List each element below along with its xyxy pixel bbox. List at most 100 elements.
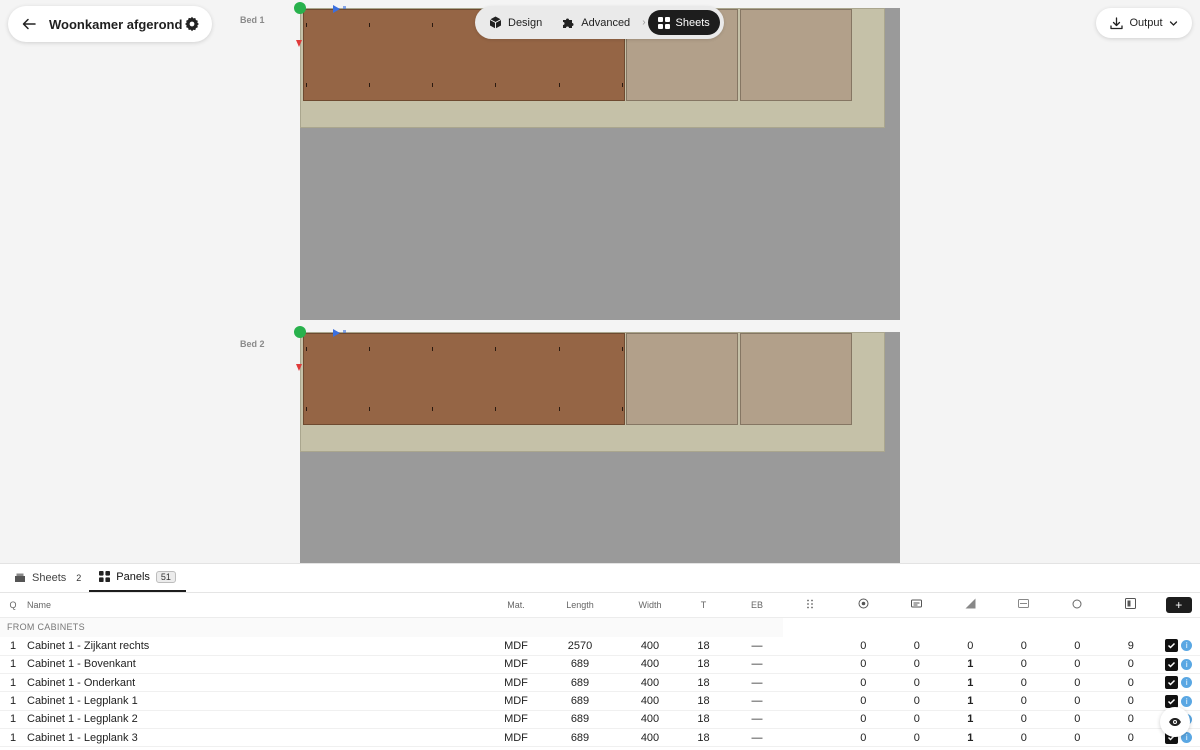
panel-piece[interactable] — [740, 333, 852, 425]
row-width: 400 — [624, 710, 676, 729]
table-row[interactable]: 1 Cabinet 1 - Zijkant rechts MDF 2570 400 18—… — [0, 637, 1200, 656]
row-edgebanding: — — [731, 673, 783, 693]
row-drill-value — [783, 710, 837, 729]
panel-piece[interactable] — [740, 9, 852, 101]
mode-sheets[interactable]: Sheets — [647, 10, 720, 35]
cube-icon — [489, 16, 502, 29]
row-length: 689 — [536, 728, 624, 748]
row-width: 400 — [624, 637, 676, 656]
row-actions: i — [1157, 673, 1200, 693]
circle-icon[interactable] — [1050, 593, 1104, 618]
table-row[interactable]: 1 Cabinet 1 - Bovenkant MDF 689 400 18—0 0 1 0 0 0… — [0, 655, 1200, 675]
row-length: 689 — [536, 710, 624, 729]
row-thickness: 18 — [676, 691, 731, 711]
row-checkbox[interactable] — [1165, 657, 1179, 671]
table-header-row: Q Name Mat. Length Width T EB + — [0, 593, 1200, 618]
row-checkbox[interactable] — [1165, 639, 1179, 653]
row-quantity: 1 — [0, 710, 26, 729]
row-quantity: 1 — [0, 728, 26, 748]
sheets-icon — [15, 573, 25, 582]
info-icon[interactable]: i — [1181, 695, 1193, 707]
mode-advanced[interactable]: Advanced — [552, 10, 640, 35]
sheet-board[interactable] — [300, 332, 885, 452]
tab-sheets[interactable]: Sheets 2 — [6, 563, 89, 592]
tab-count: 51 — [155, 570, 176, 583]
tab-panels[interactable]: Panels 51 — [89, 563, 186, 592]
sheets-canvas[interactable]: Bed 1 Bed 2 — [0, 0, 1200, 563]
row-quantity: 1 — [0, 673, 26, 693]
card-icon[interactable] — [890, 593, 944, 618]
row-op-value: 0 — [1050, 691, 1104, 711]
row-op-value: 0 — [836, 655, 890, 675]
origin-marker — [294, 2, 306, 14]
table-row[interactable]: 1 Cabinet 1 - Legplank 1 MDF 689 400 18—0 0 1 0 0… — [0, 691, 1200, 711]
row-thickness: 18 — [676, 728, 731, 748]
header-q[interactable]: Q — [0, 593, 26, 618]
panel-cabinet-zijkant[interactable] — [303, 333, 625, 425]
row-length: 689 — [536, 691, 624, 711]
row-op-value: 0 — [836, 637, 890, 656]
header-length[interactable]: Length — [536, 593, 624, 618]
row-quantity: 1 — [0, 691, 26, 711]
row-name: Cabinet 1 - Onderkant — [26, 673, 496, 693]
row-drill-value — [783, 637, 837, 656]
row-width: 400 — [624, 655, 676, 675]
table-row[interactable]: 1 Cabinet 1 - Legplank 3 MDF 689 400 18—0 0 1 0 0… — [0, 728, 1200, 748]
row-op-value: 0 — [1050, 728, 1104, 748]
add-panel-button[interactable]: + — [1165, 596, 1192, 613]
bed-label: Bed 1 — [240, 15, 265, 25]
split-icon[interactable] — [1104, 593, 1158, 618]
info-icon[interactable]: i — [1181, 658, 1193, 670]
row-drill-value — [783, 728, 837, 748]
table-row[interactable]: 1 Cabinet 1 - Legplank 2 MDF 689 400 18—0 0 1 0 0… — [0, 710, 1200, 729]
gear-icon[interactable] — [184, 16, 200, 32]
panel-tabs: Sheets 2 Panels 51 — [0, 564, 1200, 593]
row-drill-value — [783, 655, 837, 675]
origin-marker — [294, 326, 306, 338]
row-op-value: 0 — [1104, 673, 1158, 693]
row-quantity: 1 — [0, 655, 26, 675]
row-material: MDF — [496, 691, 536, 711]
target-icon[interactable] — [836, 593, 890, 618]
groove-icon[interactable] — [997, 593, 1051, 618]
row-op-value: 0 — [997, 673, 1051, 693]
y-axis-arrow-icon — [296, 40, 302, 47]
header-eb[interactable]: EB — [731, 593, 783, 618]
back-arrow-icon[interactable] — [20, 15, 38, 33]
mode-switcher: Design Advanced › Sheets — [475, 6, 724, 39]
row-op-value: 0 — [1050, 673, 1104, 693]
row-thickness: 18 — [676, 673, 731, 693]
info-icon[interactable]: i — [1181, 640, 1193, 652]
header-width[interactable]: Width — [624, 593, 676, 618]
info-icon[interactable]: i — [1181, 677, 1193, 689]
row-op-value: 0 — [1050, 655, 1104, 675]
x-axis-arrow-icon — [333, 329, 340, 337]
panel-piece[interactable] — [626, 333, 738, 425]
header-mat[interactable]: Mat. — [496, 593, 536, 618]
output-button[interactable]: Output — [1096, 8, 1192, 38]
row-checkbox[interactable] — [1165, 676, 1179, 690]
row-checkbox[interactable] — [1165, 694, 1179, 708]
row-op-value: 0 — [943, 637, 997, 656]
bed-sheet[interactable] — [294, 2, 900, 320]
row-name: Cabinet 1 - Legplank 2 — [26, 710, 496, 729]
row-thickness: 18 — [676, 710, 731, 729]
bed-sheet[interactable] — [294, 326, 900, 563]
row-op-value: 1 — [943, 655, 997, 675]
mode-design[interactable]: Design — [479, 10, 552, 35]
row-op-value: 0 — [836, 710, 890, 729]
grid-icon — [99, 571, 111, 582]
row-op-value: 1 — [943, 691, 997, 711]
row-material: MDF — [496, 673, 536, 693]
corner-icon[interactable] — [943, 593, 997, 618]
header-t[interactable]: T — [676, 593, 731, 618]
row-actions: i — [1157, 637, 1200, 656]
panels-table: Q Name Mat. Length Width T EB + FROM CAB… — [0, 593, 1200, 748]
row-op-value: 0 — [1050, 710, 1104, 729]
header-name[interactable]: Name — [26, 593, 496, 618]
table-row[interactable]: 1 Cabinet 1 - Onderkant MDF 689 400 18—0 0 1 0 0 0… — [0, 673, 1200, 693]
eye-icon[interactable] — [1160, 707, 1190, 737]
drill-holes-icon[interactable] — [783, 593, 837, 618]
row-op-value: 0 — [1104, 655, 1158, 675]
row-op-value: 0 — [890, 655, 944, 675]
